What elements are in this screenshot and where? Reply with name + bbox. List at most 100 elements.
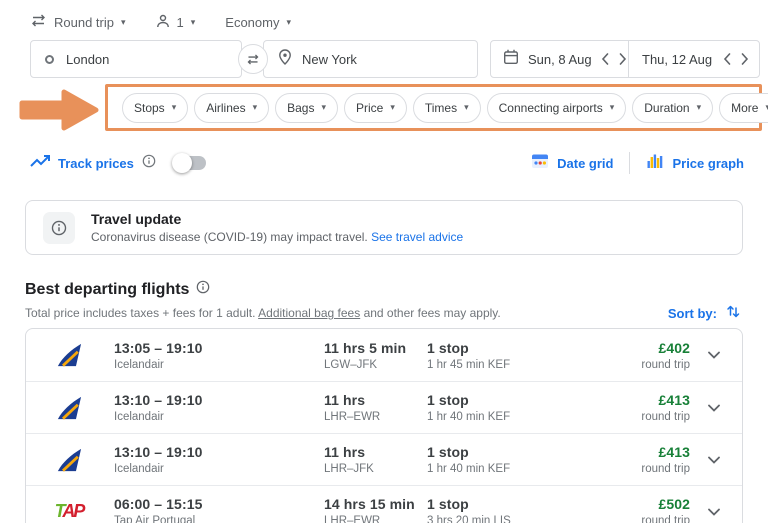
track-prices-label: Track prices [58, 155, 134, 171]
caret-down-icon: ▾ [321, 102, 326, 112]
divider [629, 152, 631, 174]
flight-price: £402 [658, 339, 690, 356]
results-heading: Best departing flights [25, 280, 190, 298]
chip-label: Price [356, 100, 384, 115]
chip-label: Stops [134, 100, 165, 115]
flight-stops: 1 stop [427, 339, 469, 356]
flight-duration: 11 hrs [324, 392, 366, 408]
flight-list: TAP 13:05 – 19:10 Icelandair 11 hrs 5 mi… [25, 328, 743, 523]
return-date-field[interactable]: Thu, 12 Aug [629, 41, 759, 77]
departure-date-next-button[interactable] [619, 53, 627, 65]
return-date-value: Thu, 12 Aug [642, 51, 713, 67]
info-icon[interactable] [142, 154, 156, 173]
track-prices-row: Track prices Date grid Price graph [30, 149, 744, 177]
flight-price: £413 [658, 444, 690, 460]
expand-flight-chevron-icon[interactable] [690, 508, 738, 516]
flight-times: 06:00 – 15:15 [114, 496, 203, 512]
sort-by-label: Sort by: [667, 306, 717, 321]
filter-chip-times[interactable]: Times ▾ [412, 92, 481, 123]
expand-flight-chevron-icon[interactable] [690, 456, 738, 464]
filters-highlight-box: Stops ▾ Airlines ▾ Bags ▾ Price ▾ Times ▾ Con… [105, 84, 768, 131]
price-note: round trip [641, 411, 690, 423]
flight-duration: 11 hrs 5 min [324, 339, 407, 356]
filter-chip-bags[interactable]: Bags ▾ [275, 92, 338, 123]
price-note: round trip [641, 515, 690, 523]
flight-row[interactable]: TAP 13:10 – 19:10 Icelandair 11 hrs LHR–… [26, 381, 742, 433]
info-icon[interactable] [196, 280, 210, 299]
date-grid-icon [531, 152, 549, 175]
chip-label: Times [424, 100, 458, 115]
origin-input[interactable] [66, 51, 196, 67]
dates-field: Sun, 8 Aug Thu, 12 Aug [490, 40, 760, 78]
flight-layover: 1 hr 40 min KEF [427, 411, 511, 423]
sort-by-control[interactable]: Sort by: [668, 303, 741, 324]
toggle-knob [171, 153, 192, 173]
departure-date-prev-button[interactable] [601, 53, 609, 65]
additional-bag-fees-link[interactable]: Additional bag fees [258, 306, 360, 320]
filter-chip-price[interactable]: Price ▾ [344, 92, 407, 123]
origin-circle-icon [45, 54, 54, 64]
search-fields-row: Sun, 8 Aug Thu, 12 Aug [30, 40, 760, 78]
calendar-icon [503, 49, 519, 70]
caret-down-icon: ▾ [464, 102, 469, 112]
departure-date-value: Sun, 8 Aug [528, 51, 592, 67]
travel-update-title: Travel update [91, 211, 182, 227]
caret-down-icon: ▾ [190, 16, 196, 27]
flight-layover: 1 hr 45 min KEF [427, 358, 511, 371]
return-date-next-button[interactable] [741, 53, 749, 65]
flight-row[interactable]: TAP 13:10 – 19:10 Icelandair 11 hrs LHR–… [26, 433, 742, 485]
expand-flight-chevron-icon[interactable] [690, 351, 738, 359]
chip-label: Bags [287, 100, 315, 115]
date-grid-button[interactable]: Date grid [531, 152, 613, 175]
destination-input[interactable] [302, 51, 432, 67]
return-date-prev-button[interactable] [723, 53, 731, 65]
caret-down-icon: ▾ [609, 102, 615, 112]
annotation-arrow [19, 89, 99, 131]
flight-row[interactable]: TAP 13:05 – 19:10 Icelandair 11 hrs 5 mi… [26, 329, 742, 381]
see-travel-advice-link[interactable]: See travel advice [371, 230, 463, 244]
location-pin-icon [278, 48, 292, 70]
trending-line-icon [30, 154, 50, 173]
results-header: Best departing flights Total price inclu… [25, 280, 743, 321]
filter-chip-connecting-airports[interactable]: Connecting airports ▾ [486, 92, 627, 123]
trip-type-selector[interactable]: Round trip ▾ [30, 14, 126, 30]
destination-field[interactable] [263, 40, 478, 78]
flight-stops: 1 stop [427, 392, 469, 408]
person-icon [156, 14, 170, 31]
filter-chip-airlines[interactable]: Airlines ▾ [194, 92, 270, 123]
fees-text: and other fees may apply. [363, 306, 501, 320]
origin-field[interactable] [30, 40, 242, 78]
airline-logo: TAP [52, 447, 86, 473]
flight-route: LHR–EWR [324, 515, 381, 523]
flight-price: £502 [658, 496, 690, 512]
filter-chip-stops[interactable]: Stops ▾ [122, 92, 189, 123]
swap-horizontal-icon [30, 14, 47, 30]
airline-name: Icelandair [114, 463, 164, 475]
travel-update-body: Coronavirus disease (COVID-19) may impac… [91, 230, 368, 244]
departure-date-field[interactable]: Sun, 8 Aug [491, 41, 629, 77]
sort-arrows-icon [725, 303, 741, 324]
price-note: round trip [641, 358, 690, 371]
travel-update-card: Travel update Coronavirus disease (COVID… [25, 200, 743, 255]
filter-chip-more[interactable]: More ▾ [719, 92, 768, 123]
flight-layover: 3 hrs 20 min LIS [427, 515, 511, 523]
passenger-count: 1 [176, 14, 184, 30]
expand-flight-chevron-icon[interactable] [690, 404, 738, 412]
flight-stops: 1 stop [427, 496, 469, 512]
cabin-class-selector[interactable]: Economy ▾ [225, 15, 291, 30]
flight-layover: 1 hr 40 min KEF [427, 463, 511, 475]
icelandair-logo-icon [57, 396, 82, 420]
chip-label: Airlines [206, 100, 246, 115]
price-graph-button[interactable]: Price graph [646, 152, 744, 175]
swap-locations-button[interactable] [238, 44, 268, 74]
airline-name: Icelandair [114, 411, 164, 423]
filter-chip-duration[interactable]: Duration ▾ [632, 92, 714, 123]
caret-down-icon: ▾ [120, 16, 126, 27]
caret-down-icon: ▾ [171, 102, 177, 112]
track-prices-toggle[interactable] [171, 153, 206, 173]
flight-times: 13:05 – 19:10 [114, 339, 203, 356]
flight-row[interactable]: TAP 06:00 – 15:15 Tap Air Portugal 14 hr… [26, 485, 742, 523]
price-note: round trip [641, 463, 690, 475]
caret-down-icon: ▾ [390, 102, 395, 112]
passenger-selector[interactable]: 1 ▾ [156, 14, 196, 31]
